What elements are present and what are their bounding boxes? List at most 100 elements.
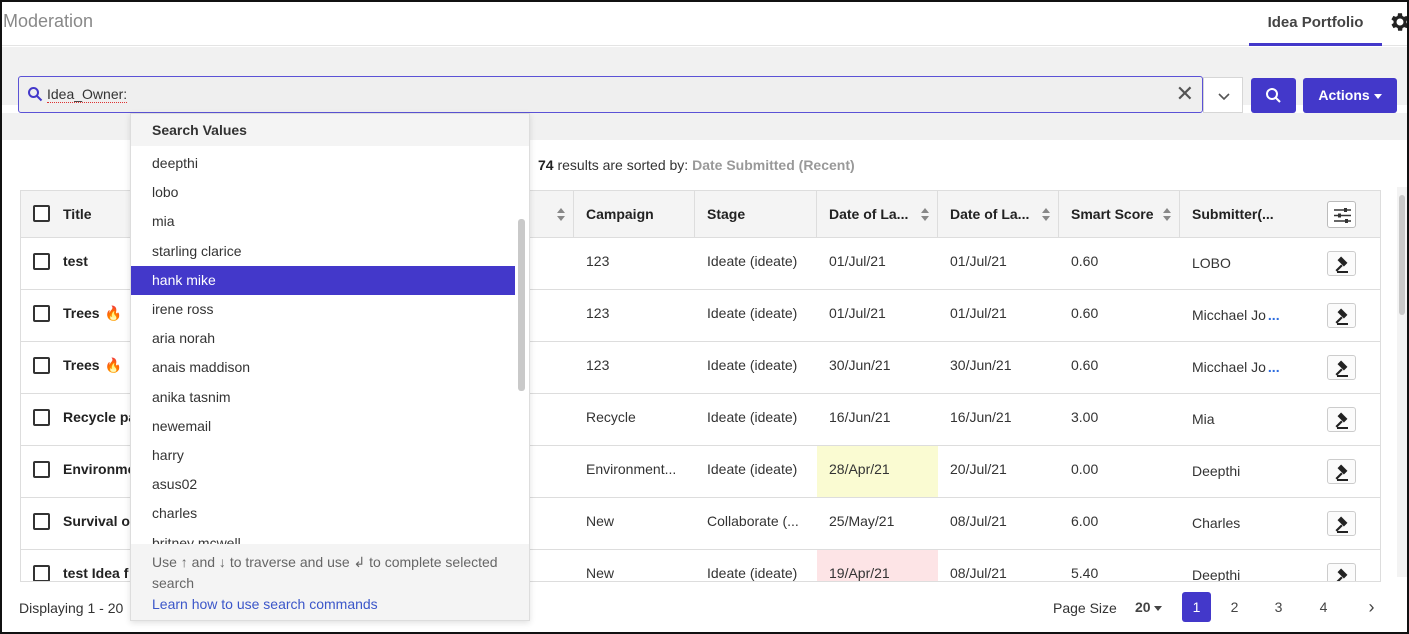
cell-date1: 28/Apr/21 <box>817 446 938 497</box>
cell-date1: 01/Jul/21 <box>829 253 886 269</box>
cell-date1: 25/May/21 <box>829 513 895 529</box>
cell-campaign: 123 <box>586 357 610 373</box>
dropdown-option[interactable]: hank mike <box>131 265 515 295</box>
sort-value[interactable]: Date Submitted (Recent) <box>692 157 855 173</box>
cell-date2: 01/Jul/21 <box>950 253 1007 269</box>
next-page-button[interactable]: › <box>1357 592 1386 622</box>
dropdown-option[interactable]: mia <box>131 207 515 236</box>
moderate-button[interactable] <box>1327 355 1356 380</box>
cell-submitter: Mia <box>1192 411 1215 427</box>
cell-submitter: LOBO <box>1192 255 1231 271</box>
results-summary: 74 results are sorted by: Date Submitted… <box>538 157 855 173</box>
row-checkbox[interactable] <box>33 409 50 426</box>
column-stage[interactable]: Stage <box>695 191 817 238</box>
gavel-icon <box>1335 412 1348 429</box>
scrollbar-thumb[interactable] <box>1399 195 1405 315</box>
column-submitter[interactable]: Submitter(... <box>1180 191 1301 238</box>
app-frame: Moderation Idea Portfolio Idea_Owner: ✕ … <box>0 0 1409 634</box>
column-date-last-1[interactable]: Date of La... <box>817 191 938 238</box>
dropdown-option[interactable]: deepthi <box>131 149 515 178</box>
cell-campaign: 123 <box>586 253 610 269</box>
cell-date2: 01/Jul/21 <box>950 305 1007 321</box>
row-checkbox[interactable] <box>33 253 50 270</box>
cell-stage: Ideate (ideate) <box>707 461 798 477</box>
cell-score: 3.00 <box>1071 409 1099 425</box>
row-checkbox[interactable] <box>33 461 50 478</box>
sort-icon[interactable] <box>557 208 565 221</box>
gavel-icon <box>1335 516 1348 533</box>
column-campaign[interactable]: Campaign <box>574 191 695 238</box>
more-submitters-link[interactable]: ... <box>1268 307 1280 323</box>
sliders-icon <box>1334 208 1351 223</box>
dropdown-option[interactable]: harry <box>131 441 515 470</box>
search-icon <box>28 87 43 102</box>
chevron-down-icon <box>1218 93 1230 101</box>
gear-icon[interactable] <box>1387 10 1409 34</box>
sort-icon[interactable] <box>1163 208 1171 221</box>
column-date-last-2[interactable]: Date of La... <box>938 191 1059 238</box>
cell-submitter: Micchael Jo... <box>1192 359 1280 375</box>
cell-score: 0.60 <box>1071 305 1099 321</box>
moderate-button[interactable] <box>1327 303 1356 328</box>
cell-date1: 16/Jun/21 <box>829 409 891 425</box>
row-checkbox[interactable] <box>33 513 50 530</box>
column-smart-score[interactable]: Smart Score <box>1059 191 1180 238</box>
cell-date2: 20/Jul/21 <box>950 461 1007 477</box>
row-checkbox[interactable] <box>33 565 50 581</box>
row-checkbox[interactable] <box>33 357 50 374</box>
moderate-button[interactable] <box>1327 459 1356 484</box>
moderate-button[interactable] <box>1327 251 1356 276</box>
dropdown-option[interactable]: aria norah <box>131 324 515 353</box>
cell-stage: Ideate (ideate) <box>707 565 798 581</box>
dropdown-option[interactable]: asus02 <box>131 470 515 499</box>
cell-stage: Ideate (ideate) <box>707 253 798 269</box>
dropdown-option[interactable]: anais maddison <box>131 353 515 382</box>
page-4-button[interactable]: 4 <box>1309 592 1338 622</box>
cell-date1: 30/Jun/21 <box>829 357 891 373</box>
page-size-select[interactable]: 20 <box>1135 599 1162 615</box>
search-query-text[interactable]: Idea_Owner: <box>47 86 128 103</box>
tab-idea-portfolio[interactable]: Idea Portfolio <box>1249 2 1382 46</box>
cell-submitter: Deepthi <box>1192 567 1241 582</box>
dropdown-option[interactable]: newemail <box>131 412 515 441</box>
search-values-dropdown: Search Values deepthi lobo mia starling cla… <box>130 113 530 621</box>
page-2-button[interactable]: 2 <box>1220 592 1249 622</box>
select-all-checkbox[interactable] <box>33 205 50 222</box>
moderate-button[interactable] <box>1327 407 1356 432</box>
dropdown-header: Search Values <box>131 114 529 146</box>
cell-score: 0.60 <box>1071 357 1099 373</box>
actions-button[interactable]: Actions <box>1303 78 1397 113</box>
page-size-label: Page Size <box>1053 600 1117 616</box>
page-1-button[interactable]: 1 <box>1182 592 1211 622</box>
dropdown-option[interactable]: irene ross <box>131 295 515 324</box>
cell-submitter: Deepthi <box>1192 463 1241 479</box>
dropdown-option[interactable]: anika tasnim <box>131 383 515 412</box>
fire-icon: 🔥 <box>104 357 123 373</box>
page-3-button[interactable]: 3 <box>1264 592 1293 622</box>
dropdown-option[interactable]: charles <box>131 499 515 528</box>
clear-icon[interactable]: ✕ <box>1176 82 1194 106</box>
sort-icon[interactable] <box>1042 208 1050 221</box>
cell-submitter: Charles <box>1192 515 1241 531</box>
dropdown-option[interactable]: starling clarice <box>131 237 515 266</box>
page-scrollbar[interactable] <box>1397 187 1407 577</box>
search-options-toggle[interactable] <box>1203 77 1243 113</box>
moderate-button[interactable] <box>1327 511 1356 536</box>
column-settings-button[interactable] <box>1327 201 1356 228</box>
dropdown-option[interactable]: britney mcwell <box>131 529 515 544</box>
row-checkbox[interactable] <box>33 305 50 322</box>
moderate-button[interactable] <box>1327 563 1356 581</box>
search-commands-link[interactable]: Learn how to use search commands <box>152 594 509 615</box>
more-submitters-link[interactable]: ... <box>1268 359 1280 375</box>
search-button[interactable] <box>1251 78 1296 113</box>
cell-date2: 30/Jun/21 <box>950 357 1012 373</box>
search-input[interactable]: Idea_Owner: ✕ <box>18 76 1203 113</box>
cell-campaign: Environment... <box>586 461 677 477</box>
dropdown-option[interactable]: lobo <box>131 178 515 207</box>
dropdown-help-text: Use ↑ and ↓ to traverse and use ↲ to com… <box>152 554 498 591</box>
sort-icon[interactable] <box>921 208 929 221</box>
cell-campaign: New <box>586 565 615 581</box>
dropdown-scrollbar[interactable] <box>518 219 525 391</box>
cell-date1: 19/Apr/21 <box>817 550 938 581</box>
fire-icon: 🔥 <box>104 305 123 321</box>
